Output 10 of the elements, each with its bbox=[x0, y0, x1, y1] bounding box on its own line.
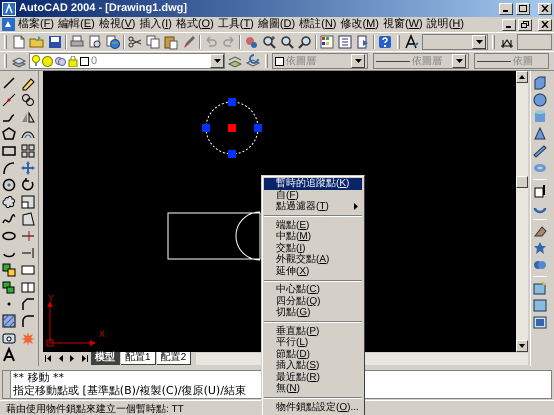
dropdown-value: 依圖 bbox=[513, 54, 534, 68]
layer-name: 0 bbox=[91, 54, 98, 69]
dropdown-value: 依圖層 bbox=[286, 54, 317, 68]
axis-label: Y bbox=[48, 293, 54, 303]
axis-label: X bbox=[99, 329, 106, 339]
dropdown-value: 依圖層 bbox=[412, 54, 443, 68]
command-line: ** 移動 ** bbox=[13, 371, 65, 384]
window-title: AutoCAD 2004 - [Drawing1.dwg] bbox=[19, 1, 188, 16]
status-text: 藉由使用物件鎖點來建立一個暫時點: TT bbox=[6, 402, 184, 415]
command-line: 指定移動點或 [基準點(B)/複製(C)/復原(U)/結束 bbox=[13, 384, 246, 397]
